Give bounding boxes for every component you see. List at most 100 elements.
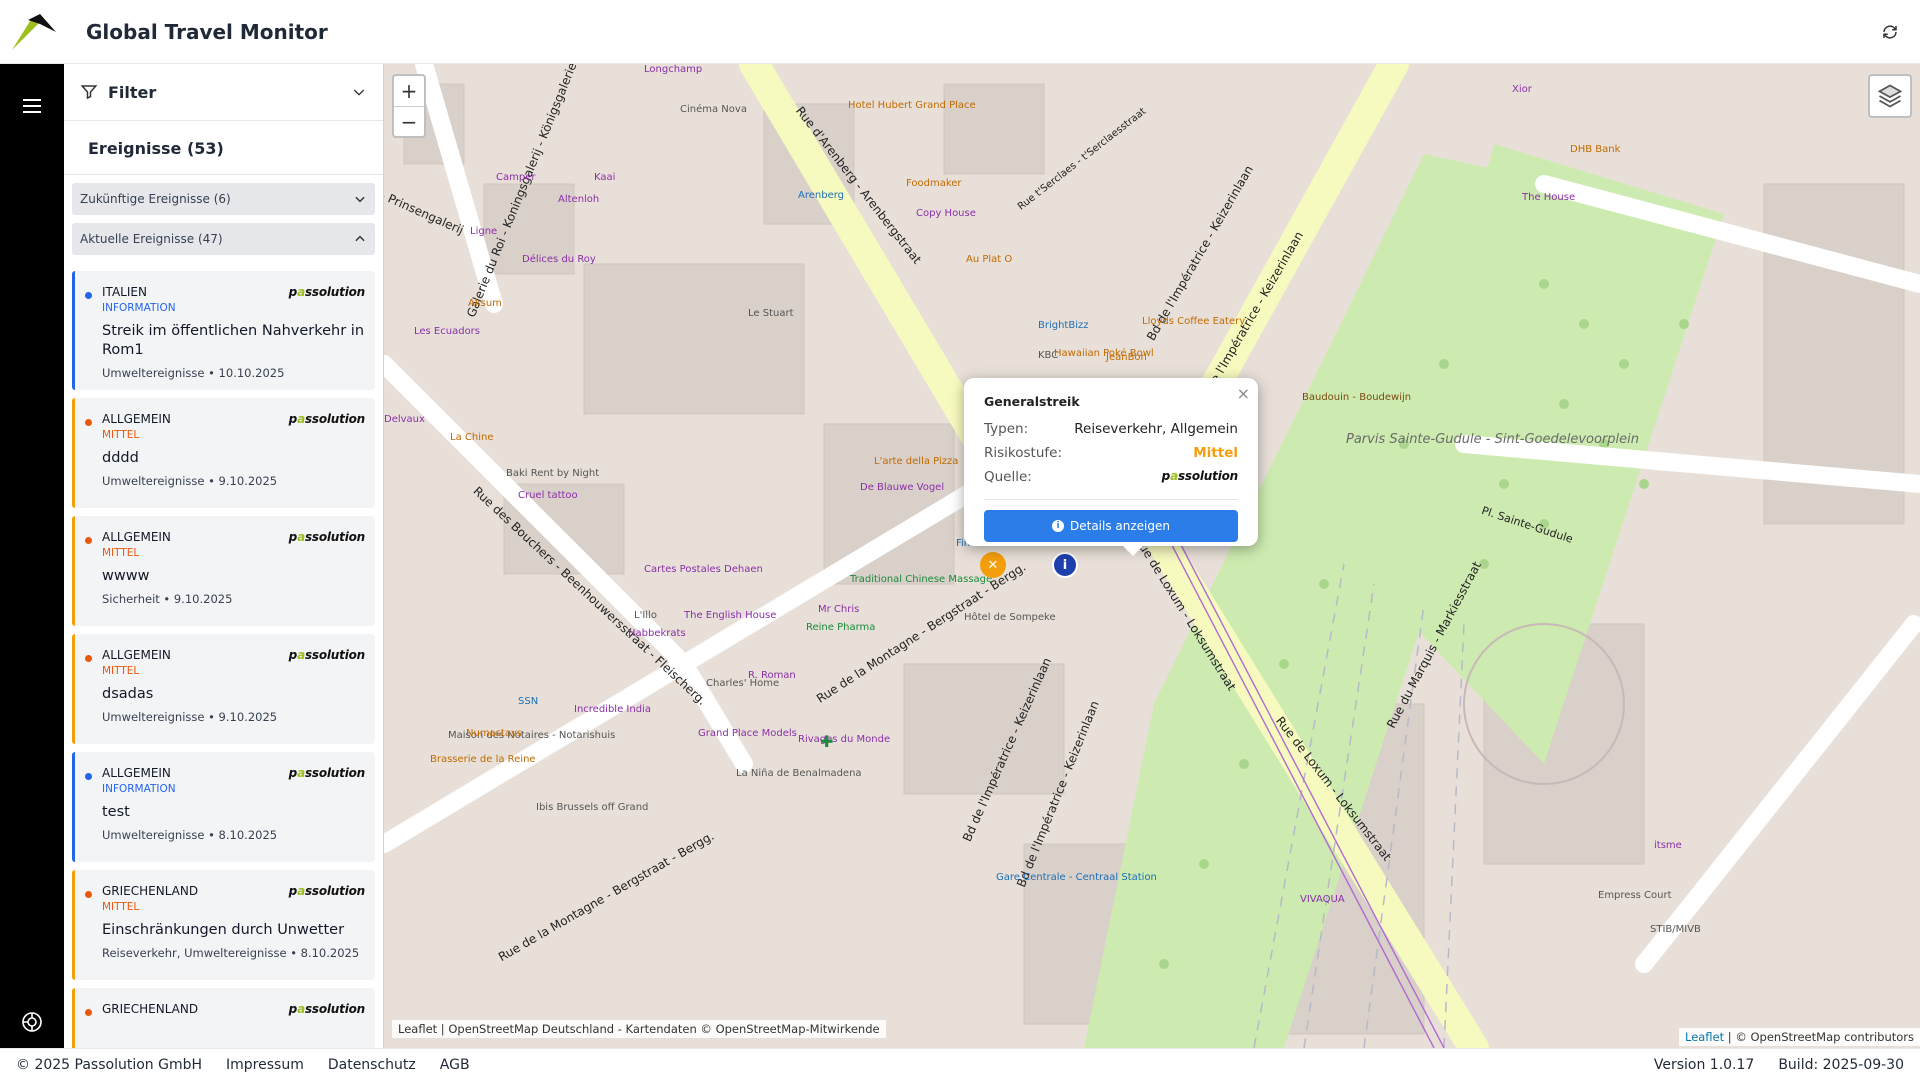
zoom-out-button[interactable]: − — [394, 106, 424, 136]
event-card[interactable]: passolution GRIECHENLAND — [72, 988, 375, 1048]
place-label: Mr Chris — [818, 604, 860, 615]
severity-bar — [72, 752, 75, 862]
event-level: MITTEL — [102, 901, 140, 913]
layers-button[interactable] — [1868, 74, 1912, 118]
place-label: Baki Rent by Night — [506, 468, 599, 479]
place-label: R. Roman — [748, 670, 796, 681]
severity-dot — [85, 292, 92, 299]
group-label: Aktuelle Ereignisse (47) — [80, 232, 223, 246]
event-card[interactable]: passolution ALLGEMEIN MITTEL dddd Umwelterei… — [72, 398, 375, 508]
event-title: wwww — [102, 568, 150, 584]
event-card[interactable]: passolution ALLGEMEIN MITTEL wwww Sicherheit… — [72, 516, 375, 626]
place-label: Gare Centrale - Centraal Station — [996, 872, 1157, 883]
details-button-label: Details anzeigen — [1070, 519, 1170, 533]
event-meta: Reiseverkehr, Umweltereignisse • 8.10.20… — [102, 946, 360, 960]
event-title: dddd — [102, 450, 139, 466]
support-icon[interactable] — [20, 1010, 44, 1034]
place-label: Hotel Hubert Grand Place — [848, 100, 976, 111]
place-label: Hawaiian Poké Bowl — [1054, 348, 1154, 359]
event-title: test — [102, 804, 130, 820]
chevron-down-icon — [353, 89, 365, 96]
place-label: La Chine — [450, 432, 494, 443]
event-card[interactable]: passolution ITALIEN INFORMATION Streik im ö… — [72, 271, 375, 390]
place-label: The English House — [684, 610, 777, 621]
place-label: L'arte della Pizza — [874, 456, 959, 467]
popup-value: Reiseverkehr, Allgemein — [1074, 421, 1238, 437]
app-header: Global Travel Monitor — [0, 0, 1920, 64]
event-card[interactable]: passolution ALLGEMEIN INFORMATION test Umwel… — [72, 752, 375, 862]
group-current-events[interactable]: Aktuelle Ereignisse (47) — [72, 223, 375, 255]
impressum-link[interactable]: Impressum — [226, 1057, 304, 1073]
map-view[interactable]: Rue d'Arenberg - Arenbergstraat Bd de l'… — [384, 64, 1920, 1048]
info-marker-icon[interactable]: i — [1052, 552, 1078, 578]
event-title: Streik im öffentlichen Nahverkehr in Rom… — [102, 323, 365, 358]
place-label: Brasserie de la Reine — [430, 754, 536, 765]
app-logo — [12, 13, 56, 50]
place-label: DHB Bank — [1570, 144, 1621, 155]
severity-bar — [72, 271, 75, 390]
passolution-logo: passolution — [288, 412, 366, 426]
passolution-logo: passolution — [288, 648, 366, 662]
place-label: Délices du Roy — [522, 254, 596, 265]
event-card[interactable]: passolution ALLGEMEIN MITTEL dsadas Umwelter… — [72, 634, 375, 744]
passolution-logo: passolution — [288, 530, 366, 544]
group-future-events[interactable]: Zukünftige Ereignisse (6) — [72, 183, 375, 215]
refresh-icon[interactable] — [1878, 20, 1902, 44]
event-meta: Umweltereignisse • 10.10.2025 — [102, 366, 285, 380]
event-meta: Umweltereignisse • 9.10.2025 — [102, 710, 278, 724]
place-label: Foodmaker — [906, 178, 962, 189]
place-label: Habbekrats — [628, 628, 686, 639]
event-meta: Umweltereignisse • 9.10.2025 — [102, 474, 278, 488]
place-label: Xior — [1512, 84, 1532, 95]
place-label: VIVAQUA — [1300, 894, 1345, 905]
passolution-logo: passolution — [1161, 469, 1239, 483]
popup-key: Risikostufe: — [984, 445, 1063, 461]
place-label: Numastays — [466, 728, 523, 739]
passolution-logo: passolution — [288, 1002, 366, 1016]
place-label: Kaai — [594, 172, 616, 183]
place-label: STIB/MIVB — [1650, 924, 1701, 935]
zoom-in-button[interactable]: + — [394, 76, 424, 106]
place-label: Empress Court — [1598, 890, 1672, 901]
severity-dot — [85, 419, 92, 426]
datenschutz-link[interactable]: Datenschutz — [328, 1057, 416, 1073]
filter-label: Filter — [108, 82, 157, 102]
event-popup: × Generalstreik Typen: Reiseverkehr, All… — [964, 378, 1258, 546]
place-label: Copy House — [916, 208, 976, 219]
severity-dot — [85, 891, 92, 898]
severity-bar — [72, 398, 75, 508]
popup-key: Typen: — [984, 421, 1029, 437]
place-label: De Blauwe Vogel — [860, 482, 945, 493]
place-label: Ligne — [470, 226, 498, 237]
leaflet-link[interactable]: Leaflet — [1685, 1030, 1724, 1044]
place-label: Cruel tattoo — [518, 490, 578, 501]
chevron-down-icon — [355, 196, 365, 203]
info-icon: i — [1052, 520, 1064, 532]
place-label: Delvaux — [384, 414, 425, 425]
details-button[interactable]: i Details anzeigen — [984, 510, 1238, 542]
place-label: Le Stuart — [748, 308, 794, 319]
place-label: Baudouin - Boudewijn — [1302, 392, 1412, 403]
event-title: dsadas — [102, 686, 154, 702]
event-level: MITTEL — [102, 429, 140, 441]
agb-link[interactable]: AGB — [440, 1057, 470, 1073]
event-marker-icon[interactable]: ✕ — [980, 552, 1006, 578]
chevron-up-icon — [355, 235, 365, 242]
place-label: La Niña de Benalmadena — [736, 768, 862, 779]
place-label: Aksum — [468, 298, 502, 309]
place-label: Cartes Postales Dehaen — [644, 564, 763, 575]
filter-icon — [80, 85, 98, 100]
popup-key: Quelle: — [984, 469, 1032, 485]
popup-close-button[interactable]: × — [1237, 384, 1250, 403]
event-level: MITTEL — [102, 547, 140, 559]
hamburger-menu-icon[interactable] — [20, 94, 44, 118]
severity-bar — [72, 516, 75, 626]
filter-toggle[interactable]: Filter — [64, 64, 383, 121]
event-level: MITTEL — [102, 665, 140, 677]
app-footer: © 2025 Passolution GmbH Impressum Datens… — [0, 1048, 1920, 1080]
popup-title: Generalstreik — [984, 394, 1080, 409]
event-card[interactable]: passolution GRIECHENLAND MITTEL Einschränku… — [72, 870, 375, 980]
place-label: itsme — [1654, 840, 1682, 851]
passolution-logo: passolution — [288, 766, 366, 780]
event-level: INFORMATION — [102, 302, 176, 314]
